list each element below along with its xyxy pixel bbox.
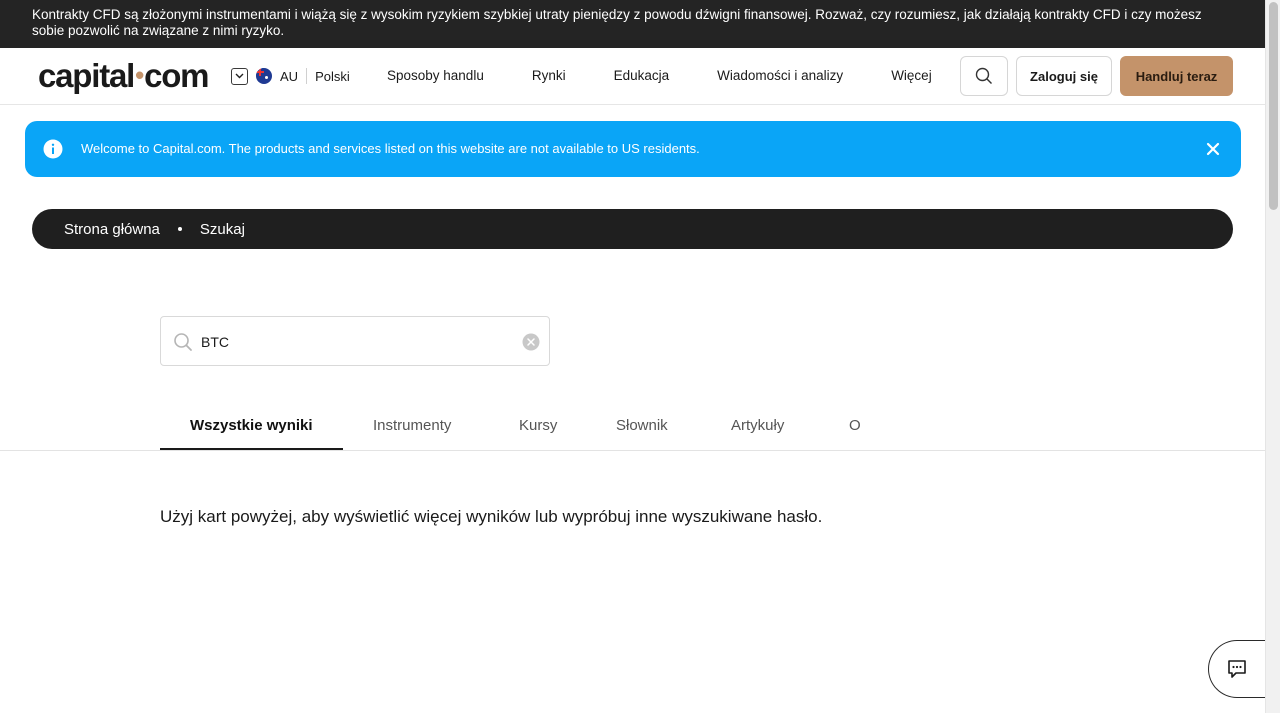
nav-item-education[interactable]: Edukacja (614, 68, 670, 83)
scrollbar-thumb[interactable] (1269, 2, 1278, 210)
tab-courses[interactable]: Kursy (519, 417, 557, 434)
risk-warning-bar: Kontrakty CFD są złożonymi instrumentami… (0, 0, 1265, 48)
divider (306, 68, 308, 84)
trade-now-button[interactable]: Handluj teraz (1120, 56, 1233, 96)
clear-search-icon[interactable] (522, 333, 540, 351)
search-icon (975, 67, 992, 84)
breadcrumb-home[interactable]: Strona główna (64, 221, 160, 238)
results-hint: Użyj kart powyżej, aby wyświetlić więcej… (160, 507, 823, 526)
capital-logo[interactable]: capital•com (38, 57, 210, 96)
logo-dot: • (135, 60, 144, 90)
region-code: AU (280, 68, 299, 84)
breadcrumb-separator (177, 227, 182, 231)
logo-text-right: com (144, 57, 209, 94)
tab-about[interactable]: O (849, 417, 861, 434)
nav-item-news-analysis[interactable]: Wiadomości i analizy (717, 68, 843, 83)
tab-articles[interactable]: Artykuły (731, 417, 784, 434)
active-tab-indicator (160, 448, 343, 450)
nav-item-trading-ways[interactable]: Sposoby handlu (387, 68, 484, 83)
language-label[interactable]: Polski (315, 69, 350, 84)
tab-instruments[interactable]: Instrumenty (373, 417, 451, 434)
results-tabs: Wszystkie wyniki Instrumenty Kursy Słown… (0, 402, 1265, 451)
tab-glossary[interactable]: Słownik (616, 417, 668, 434)
search-icon (174, 333, 192, 351)
search-input[interactable] (201, 329, 501, 355)
nav-item-markets[interactable]: Rynki (532, 68, 566, 83)
page-scrollbar[interactable] (1265, 0, 1280, 713)
chevron-down-icon[interactable] (231, 67, 248, 85)
main-nav: Sposoby handlu Rynki Edukacja Wiadomości… (387, 68, 980, 83)
us-residents-banner: Welcome to Capital.com. The products and… (25, 121, 1241, 177)
login-button[interactable]: Zaloguj się (1016, 56, 1112, 96)
breadcrumb-current: Szukaj (199, 220, 245, 238)
nav-item-more[interactable]: Więcej (891, 68, 932, 83)
australia-flag-icon (256, 68, 272, 84)
banner-message: Welcome to Capital.com. The products and… (81, 141, 700, 156)
search-field (160, 316, 550, 366)
chat-icon (1228, 660, 1246, 678)
close-icon[interactable] (1205, 141, 1221, 157)
region-language-selector[interactable]: AU Polski (231, 67, 350, 85)
site-header: capital•com AU Polski Sposoby handlu Ryn… (0, 48, 1265, 105)
risk-warning-text: Kontrakty CFD są złożonymi instrumentami… (32, 7, 1202, 38)
breadcrumb: Strona główna Szukaj (32, 209, 1233, 249)
header-search-button[interactable] (960, 56, 1008, 96)
tab-all-results[interactable]: Wszystkie wyniki (190, 417, 313, 434)
info-icon (43, 139, 63, 159)
logo-text-left: capital (38, 57, 135, 94)
